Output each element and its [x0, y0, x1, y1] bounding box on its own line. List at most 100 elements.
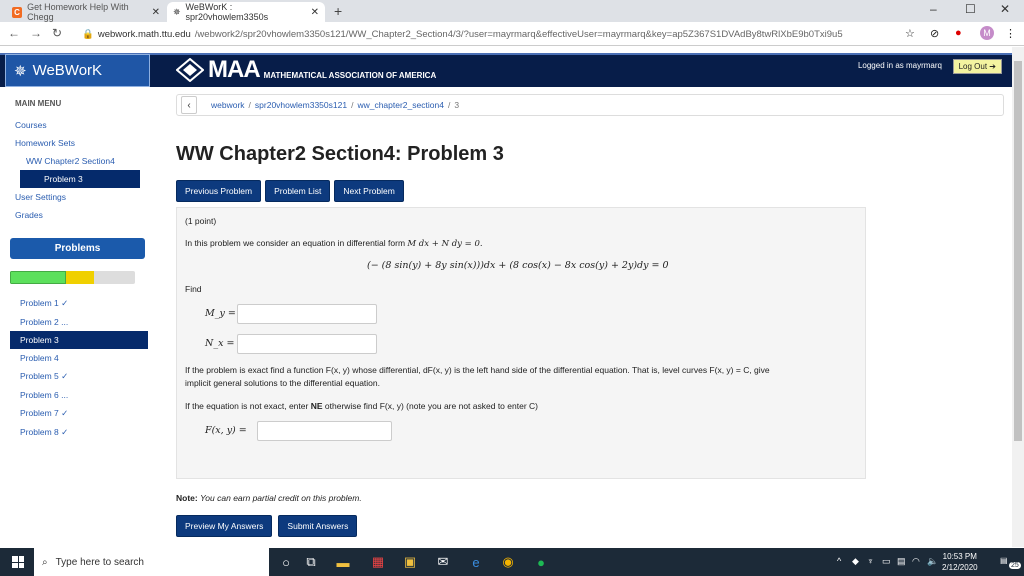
maa-icon	[176, 58, 204, 82]
tray-app-icon[interactable]: ◆	[852, 556, 859, 567]
task-view-icon[interactable]: ⧉	[303, 554, 319, 570]
calendar-app-icon[interactable]: ▦	[370, 554, 386, 570]
problem-link[interactable]: Problem 7 ✓	[10, 404, 148, 423]
reload-icon[interactable]: ↻	[52, 26, 62, 40]
file-explorer-icon[interactable]: ▬	[335, 554, 351, 570]
intro-math: M dx + N dy = 0.	[407, 239, 483, 249]
profile-avatar[interactable]: M	[980, 26, 994, 40]
breadcrumb: ‹ webwork / spr20vhowlem3350s121 / ww_ch…	[176, 94, 1004, 116]
search-icon: ⌕	[42, 556, 48, 568]
crumb-webwork[interactable]: webwork	[211, 100, 245, 110]
taskbar-search[interactable]: ⌕ Type here to search	[34, 548, 269, 576]
windows-start-icon[interactable]	[12, 556, 24, 568]
problem-link[interactable]: Problem 4	[10, 349, 148, 367]
partial-credit-note: Note: You can earn partial credit on thi…	[176, 493, 362, 503]
url-field[interactable]: 🔒 webwork.math.ttu.edu/webwork2/spr20vho…	[82, 26, 892, 42]
extension-icon[interactable]: ⊘	[930, 27, 939, 40]
maa-logo[interactable]: MAA MATHEMATICAL ASSOCIATION OF AMERICA	[176, 56, 436, 84]
tray-keyboard-icon[interactable]: ▤	[897, 556, 906, 567]
minimize-icon[interactable]: –	[930, 2, 937, 16]
crumb-separator: /	[248, 100, 251, 110]
tab-chegg[interactable]: C Get Homework Help With Chegg ✕	[6, 2, 166, 22]
edge-icon[interactable]: e	[468, 554, 484, 570]
chevron-left-icon[interactable]: ‹	[181, 96, 197, 114]
sidebar-current-problem[interactable]: Problem 3	[20, 170, 140, 188]
store-icon[interactable]: ▣	[402, 554, 418, 570]
tab-webwork[interactable]: ✵ WeBWorK : spr20vhowlem3350s ✕	[167, 2, 325, 22]
main-menu-heading: MAIN MENU	[15, 99, 62, 108]
sidebar-set-link[interactable]: WW Chapter2 Section4	[10, 152, 148, 170]
problem-list-button[interactable]: Problem List	[265, 180, 331, 202]
logged-in-text: Logged in as mayrmarq	[857, 61, 942, 70]
lock-icon: 🔒	[82, 28, 94, 40]
points-text: (1 point)	[185, 216, 217, 226]
sidebar-homework-sets[interactable]: Homework Sets	[10, 134, 148, 152]
close-tab-icon[interactable]: ✕	[311, 7, 319, 18]
sidebar-courses[interactable]: Courses	[10, 116, 148, 134]
tray-chevron-icon[interactable]: ^	[837, 556, 841, 566]
system-clock[interactable]: 10:53 PM 2/12/2020	[942, 551, 978, 573]
previous-problem-button[interactable]: Previous Problem	[176, 180, 262, 202]
next-problem-button[interactable]: Next Problem	[334, 180, 404, 202]
nx-answer-input[interactable]	[237, 334, 377, 354]
cortana-icon[interactable]: ○	[278, 554, 294, 570]
problem-nav-buttons: Previous Problem Problem List Next Probl…	[176, 180, 404, 202]
opera-extension-icon[interactable]: ●	[955, 27, 962, 39]
mail-icon[interactable]: ✉	[435, 554, 451, 570]
problem-list: Problem 1 ✓ Problem 2 ... Problem 3 Prob…	[10, 294, 148, 442]
webwork-logo[interactable]: ✵ WeBWorK	[5, 54, 150, 87]
address-bar: ← → ↻ 🔒 webwork.math.ttu.edu/webwork2/sp…	[0, 22, 1024, 46]
sidebar-user-settings[interactable]: User Settings	[10, 188, 148, 206]
chrome-icon[interactable]: ◉	[500, 554, 516, 570]
my-answer-input[interactable]	[237, 304, 377, 324]
maa-text: MAA	[208, 56, 261, 83]
f-answer-input[interactable]	[257, 421, 392, 441]
clock-date: 2/12/2020	[942, 563, 978, 572]
progress-partial	[66, 271, 94, 284]
submit-answers-button[interactable]: Submit Answers	[278, 515, 358, 537]
scrollbar-thumb[interactable]	[1014, 61, 1022, 441]
problems-heading: Problems	[10, 238, 145, 259]
tray-display-icon[interactable]: ▭	[882, 556, 891, 567]
preview-answers-button[interactable]: Preview My Answers	[176, 515, 273, 537]
crumb-course[interactable]: spr20vhowlem3350s121	[255, 100, 347, 110]
problem-link[interactable]: Problem 8 ✓	[10, 423, 148, 442]
page-title: WW Chapter2 Section4: Problem 3	[176, 143, 504, 165]
url-host: webwork.math.ttu.edu	[97, 28, 191, 40]
new-tab-icon[interactable]: +	[334, 3, 342, 19]
webwork-header	[0, 53, 1012, 87]
problem-link[interactable]: Problem 5 ✓	[10, 367, 148, 386]
crumb-separator: /	[351, 100, 354, 110]
problem-link[interactable]: Problem 2 ...	[10, 313, 148, 331]
f-label: F(x, y) =	[205, 425, 247, 436]
forward-icon[interactable]: →	[30, 26, 42, 40]
wifi-icon[interactable]: ◠	[912, 556, 920, 567]
crumb-set[interactable]: ww_chapter2_section4	[357, 100, 443, 110]
chegg-favicon-icon: C	[12, 6, 23, 18]
volume-icon[interactable]: 🔈	[927, 556, 938, 567]
maa-subtitle: MATHEMATICAL ASSOCIATION OF AMERICA	[263, 70, 437, 80]
webpage: ✵ WeBWorK MAA MATHEMATICAL ASSOCIATION O…	[0, 47, 1012, 547]
close-window-icon[interactable]: ✕	[1000, 2, 1010, 16]
tray-app-icon[interactable]: ♆	[867, 556, 874, 566]
spotify-icon[interactable]: ●	[533, 554, 549, 570]
logout-button[interactable]: Log Out ➔	[952, 59, 1002, 74]
bookmark-star-icon[interactable]: ☆	[905, 27, 915, 40]
close-tab-icon[interactable]: ✕	[152, 7, 160, 18]
menu-dots-icon[interactable]: ⋮	[1005, 27, 1016, 40]
page-scrollbar[interactable]	[1012, 47, 1024, 547]
nx-label: N_x =	[205, 338, 235, 349]
exact-text-line-1: If the problem is exact find a function …	[185, 365, 770, 375]
notification-icon[interactable]: ▤	[1000, 556, 1008, 565]
problem-link[interactable]: Problem 6 ...	[10, 386, 148, 404]
maximize-icon[interactable]: ☐	[965, 2, 976, 16]
webwork-star-icon: ✵	[14, 62, 27, 80]
back-icon[interactable]: ←	[8, 26, 20, 40]
problem-link-current[interactable]: Problem 3	[10, 331, 148, 349]
problem-link[interactable]: Problem 1 ✓	[10, 294, 148, 313]
windows-taskbar: ⌕ Type here to search ○ ⧉ ▬ ▦ ▣ ✉ e ◉ ● …	[0, 548, 1024, 576]
differential-equation: (− (8 sin(y) + 8y sin(x)))dx + (8 cos(x)…	[367, 260, 669, 271]
sidebar-grades[interactable]: Grades	[10, 206, 148, 224]
problem-box: (1 point) In this problem we consider an…	[176, 207, 866, 479]
sidebar: MAIN MENU Courses Homework Sets WW Chapt…	[10, 99, 148, 442]
